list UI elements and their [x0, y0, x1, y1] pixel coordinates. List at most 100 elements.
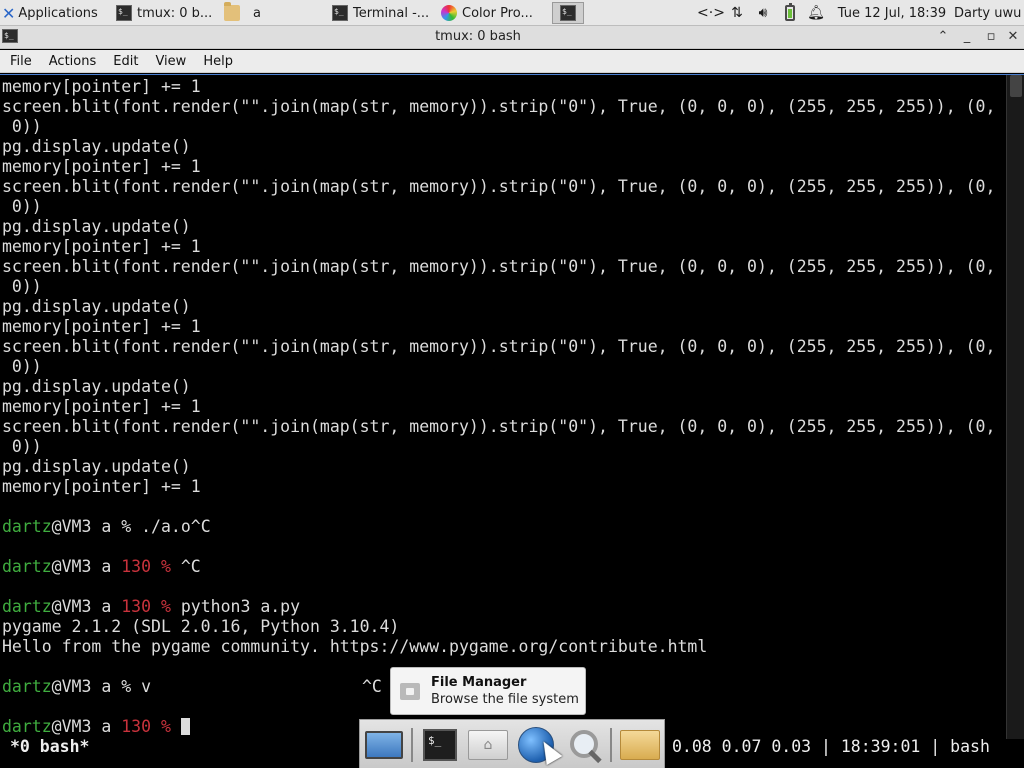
file-manager-tooltip: File Manager Browse the file system: [390, 667, 586, 715]
prompt-line: dartz@VM3 a 130 % ^C: [2, 557, 1006, 577]
prompt-host: @VM3 a: [51, 717, 122, 736]
maximize-icon[interactable]: ▫: [982, 28, 1000, 46]
prompt-command: ^C: [180, 557, 201, 576]
output-line: 0)): [2, 277, 42, 296]
prompt-user: dartz: [2, 517, 52, 536]
terminal-output[interactable]: memory[pointer] += 1 screen.blit(font.ren…: [2, 77, 1006, 737]
user-menu[interactable]: Darty uwu: [954, 0, 1024, 26]
taskbar-button-terminal[interactable]: $_ Terminal -...: [328, 0, 434, 26]
show-desktop-icon: [365, 731, 403, 759]
output-line: screen.blit(font.render("".join(map(str,…: [2, 97, 996, 116]
interrupt-echo: ^C: [362, 677, 382, 696]
taskbar-button-color-profiles[interactable]: Color Pro...: [437, 0, 545, 26]
dock-separator: [411, 728, 413, 762]
prompt-command: python3 a.py: [180, 597, 301, 616]
output-line: pg.display.update(): [2, 457, 191, 476]
tmux-status-right: 0.08 0.07 0.03 | 18:39:01 | bash: [672, 737, 990, 756]
output-line: 0)): [2, 117, 42, 136]
output-line: pg.display.update(): [2, 297, 191, 316]
output-line: 0)): [2, 437, 42, 456]
terminal-icon: $_: [332, 5, 348, 21]
prompt-symbol: %: [160, 717, 181, 736]
prompt-symbol: %: [121, 517, 142, 536]
terminal-launcher[interactable]: $_: [418, 725, 462, 765]
applications-menu[interactable]: ✕ Applications: [2, 0, 108, 26]
output-line: screen.blit(font.render("".join(map(str,…: [2, 337, 996, 356]
taskbar-button-active-terminal[interactable]: $_: [552, 2, 584, 24]
taskbar-label: Terminal -...: [353, 5, 430, 21]
prompt-host: @VM3 a: [51, 557, 122, 576]
output-line: screen.blit(font.render("".join(map(str,…: [2, 177, 996, 196]
prompt-user: dartz: [2, 597, 52, 616]
prompt-host: @VM3 a: [51, 597, 122, 616]
terminal-view[interactable]: memory[pointer] += 1 screen.blit(font.ren…: [0, 74, 1024, 768]
menu-edit[interactable]: Edit: [103, 54, 145, 69]
notification-bell-icon[interactable]: 🔔︎: [806, 0, 826, 26]
output-line: pg.display.update(): [2, 217, 191, 236]
battery-icon[interactable]: [780, 0, 800, 26]
scrollbar-thumb[interactable]: [1010, 75, 1022, 97]
folder-icon: [224, 2, 240, 21]
xfce-logo-icon: ✕: [2, 3, 16, 23]
window-titlebar[interactable]: $_ tmux: 0 bash ⌃ _ ▫ ✕: [0, 26, 1024, 49]
prompt-symbol: %: [160, 597, 181, 616]
dock: $_ ⌂: [359, 719, 665, 768]
terminal-icon: $_: [116, 5, 132, 21]
clock[interactable]: Tue 12 Jul, 18:39: [836, 0, 948, 26]
prompt-exit-code: 130: [121, 557, 161, 576]
output-line: pg.display.update(): [2, 377, 191, 396]
taskbar-button-tmux[interactable]: $_ tmux: 0 b...: [112, 0, 218, 26]
dock-separator: [610, 728, 612, 762]
taskbar-label: Color Pro...: [462, 5, 533, 21]
prompt-user: dartz: [2, 717, 52, 736]
taskbar-label: tmux: 0 b...: [137, 5, 213, 21]
menu-file[interactable]: File: [0, 54, 39, 69]
output-line: memory[pointer] += 1: [2, 237, 201, 256]
folder-launcher[interactable]: [618, 725, 662, 765]
menu-view[interactable]: View: [145, 54, 193, 69]
prompt-user: dartz: [2, 557, 52, 576]
output-line: memory[pointer] += 1: [2, 77, 201, 96]
taskbar-label: a: [253, 5, 261, 21]
output-line: memory[pointer] += 1: [2, 397, 201, 416]
output-line: memory[pointer] += 1: [2, 477, 201, 496]
prompt-line: dartz@VM3 a % ./a.o^C: [2, 517, 1006, 537]
output-line: 0)): [2, 197, 42, 216]
output-line: Hello from the pygame community. https:/…: [2, 637, 708, 656]
tooltip-title: File Manager: [431, 675, 527, 690]
applications-label: Applications: [18, 5, 98, 21]
taskbar-button-folder-a[interactable]: a: [220, 0, 324, 26]
terminal-icon: $_: [560, 5, 576, 21]
folder-icon: [620, 730, 660, 760]
output-line: screen.blit(font.render("".join(map(str,…: [2, 257, 996, 276]
terminal-icon: $_: [423, 729, 457, 761]
tooltip-subtitle: Browse the file system: [431, 692, 579, 707]
prompt-symbol: %: [160, 557, 181, 576]
shade-icon[interactable]: ⌃: [934, 28, 952, 46]
home-folder-launcher[interactable]: ⌂: [466, 725, 510, 765]
prompt-symbol: %: [121, 677, 142, 696]
output-line: 0)): [2, 357, 42, 376]
top-panel: ✕ Applications $_ tmux: 0 b... a $_ Term…: [0, 0, 1024, 26]
show-desktop-button[interactable]: [362, 725, 406, 765]
text-cursor: [180, 718, 190, 735]
terminal-scrollbar[interactable]: [1006, 75, 1024, 739]
network-icon[interactable]: <·>: [697, 0, 725, 26]
prompt-user: dartz: [2, 677, 52, 696]
tmux-window-list[interactable]: *0 bash*: [10, 737, 89, 756]
menu-help[interactable]: Help: [193, 54, 240, 69]
window-title: tmux: 0 bash: [435, 29, 521, 44]
prompt-line: dartz@VM3 a 130 % python3 a.py: [2, 597, 1006, 617]
transfer-arrows-icon[interactable]: ⇅: [726, 0, 748, 26]
volume-icon[interactable]: 🔊︎: [752, 0, 774, 26]
menu-actions[interactable]: Actions: [39, 54, 104, 69]
app-finder-launcher[interactable]: [562, 725, 606, 765]
output-line: screen.blit(font.render("".join(map(str,…: [2, 417, 996, 436]
minimize-icon[interactable]: _: [958, 28, 976, 46]
color-picker-icon: [441, 5, 457, 21]
search-icon: [566, 727, 602, 763]
close-icon[interactable]: ✕: [1004, 28, 1022, 46]
